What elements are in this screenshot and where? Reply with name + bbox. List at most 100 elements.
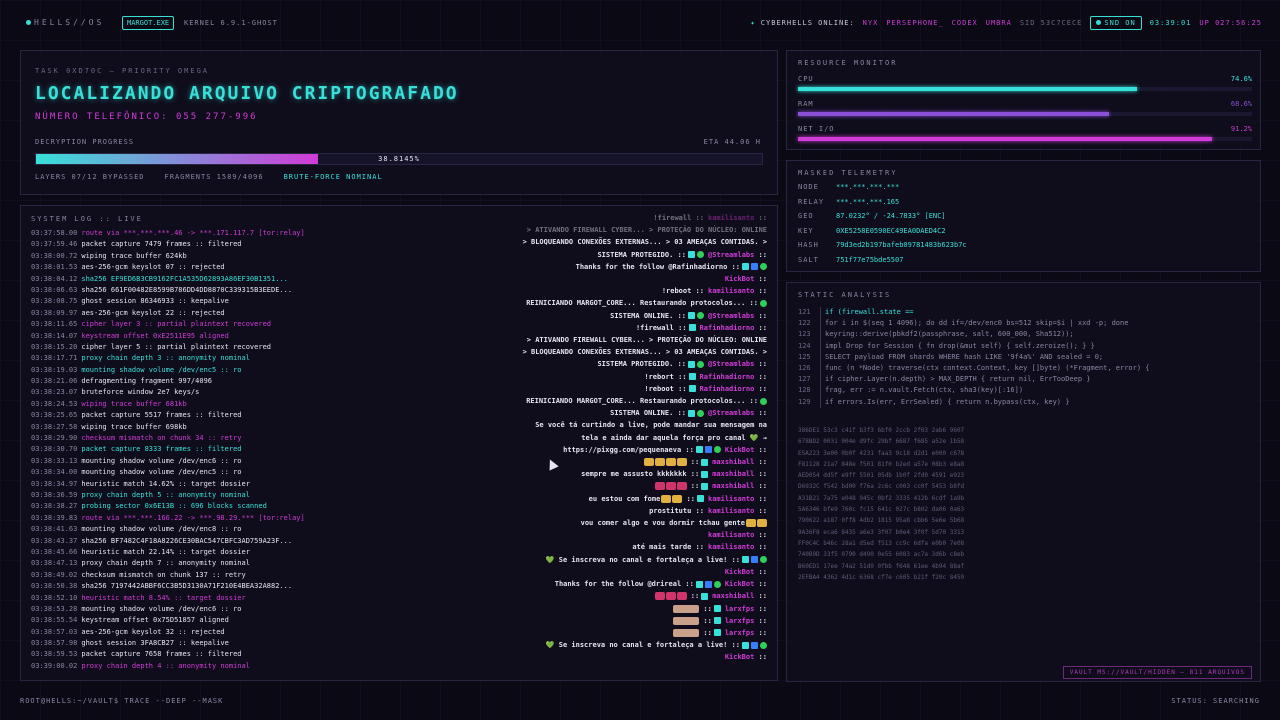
log-timestamp: 03:38:45.66: [31, 547, 78, 556]
sound-dot-icon: [1096, 20, 1102, 25]
log-message: checksum mismatch on chunk 137 :: retry: [81, 570, 246, 579]
log-line: 03:38:30.70 packet capture 8333 frames ::…: [31, 444, 361, 455]
chat-message: > ATIVANDO FIREWALL CYBER... > PROTEÇÃO …: [347, 334, 767, 346]
chat-text: !firewall: [653, 214, 692, 222]
hex-line: D6932C f542 bd00 f76a 2c6c c003 cc0f 545…: [798, 483, 965, 491]
resource-netio: NET I/O 91.2%: [798, 125, 1252, 141]
log-message: proxy chain depth 5 :: anonymity nominal: [81, 490, 250, 499]
line-number: 124: [798, 341, 811, 350]
kick-badge-icon: [742, 641, 749, 649]
chat-username: larxfps: [724, 616, 755, 625]
chat-text: até mais tarde: [632, 543, 692, 552]
log-message: route via ***.***.***.46 -> ***.171.117.…: [81, 229, 305, 237]
code-text: if errors.Is(err, ErrSealed) { return n.…: [820, 396, 1069, 408]
line-number: 129: [798, 397, 811, 406]
chat-username: kamilisanto: [707, 494, 755, 503]
chat-message: Se você tá curtindo a live, pode mandar …: [347, 419, 767, 431]
log-line: 03:38:39.83 route via ***.***.166.22 -> *…: [31, 513, 361, 524]
log-message: packet capture 7658 frames :: filtered: [81, 650, 242, 659]
log-message: proxy chain depth 4 :: anonymity nominal: [81, 661, 250, 670]
line-number: 126: [798, 364, 811, 373]
verified-badge-icon: [760, 556, 767, 564]
system-log-panel[interactable]: SYSTEM LOG :: LIVE 03:37:58.00 route via …: [20, 205, 778, 681]
line-number: 127: [798, 375, 811, 384]
log-line: 03:38:34.00 mounting shadow volume /dev/e…: [31, 467, 361, 478]
online-user: CODEX: [951, 19, 978, 27]
hex-dump: 386DE1 53c3 c41f b3f3 6bf0 2ccb 2f03 2ab…: [798, 425, 1250, 583]
chat-username: maxshiball: [712, 592, 755, 601]
chat-message: KickBot ::: [724, 275, 767, 284]
verified-badge-icon: [696, 251, 704, 259]
vault-badge[interactable]: VAULT MS://VAULT/HIDDEN — 811 ARQUIVOS: [1062, 666, 1252, 679]
code-listing: 121 if (firewall.state == 122 for i in $(se…: [798, 307, 1250, 408]
log-line: 03:38:23.07 bruteforce window 2e7 keys/s: [31, 387, 361, 398]
kick-badge-icon: [742, 556, 749, 564]
resource-label: NET I/O: [798, 125, 835, 133]
task-panel: TASK 0XD70C — PRIORITY OMEGA LOCALIZANDO…: [20, 50, 778, 195]
code-text: for i in $(seq 1 4096); do dd if=/dev/en…: [820, 318, 1128, 330]
log-message: defragmenting fragment 997/4096: [81, 377, 213, 386]
kick-badge-icon: [701, 470, 709, 478]
kick-badge-icon: [688, 373, 696, 381]
log-line: 03:38:08.75 ghost session 86346933 :: kee…: [31, 296, 361, 307]
terminal-prompt[interactable]: ROOT@HELLS:~/VAULT$ TRACE --DEEP --MASK: [20, 697, 223, 705]
chat-text: prostitutu: [649, 506, 692, 515]
log-timestamp: 03:38:29.90: [31, 434, 78, 443]
session-id: SID 53C7CECE: [1019, 19, 1083, 27]
code-line: 125 SELECT payload FROM shards WHERE hash…: [798, 351, 1250, 364]
log-message: wiping trace buffer 624kb: [81, 251, 187, 260]
chat-message: 💚 Se inscreva no canal e fortaleça a liv…: [347, 554, 767, 566]
log-line: 03:38:00.72 wiping trace buffer 624kb: [31, 251, 361, 262]
verified-badge-icon: [713, 580, 721, 588]
log-message: sha256 661F00482E8599B786DD4DD8870C33931…: [81, 285, 293, 294]
resource-bar-fill: [798, 112, 1110, 116]
verified-badge-icon: [696, 360, 704, 368]
log-timestamp: 03:38:53.28: [31, 604, 78, 613]
hex-line: 740B9D 33f5 0790 d490 0e55 6083 ac7a 3d6…: [798, 551, 965, 559]
log-message: mounting shadow volume /dev/enc6 :: ro: [81, 604, 242, 613]
line-number: 122: [798, 319, 811, 328]
emote-icon: [654, 458, 665, 467]
app-badge[interactable]: MARGOT.EXE: [122, 16, 175, 30]
kick-badge-icon: [687, 251, 695, 259]
phone-number: NÚMERO TELEFÔNICO: 055 277-996: [35, 112, 258, 122]
chat-message: eu estou com fome :: kamilisanto ::: [588, 494, 767, 503]
emote-icon: [654, 482, 665, 491]
chat-message: REINICIANDO MARGOT_CORE... Restaurando p…: [347, 395, 767, 407]
chat-message: REINICIANDO MARGOT_CORE... Restaurando p…: [347, 297, 767, 309]
log-timestamp: 03:38:59.53: [31, 650, 78, 659]
chat-username: kamilisanto: [707, 287, 755, 296]
telemetry-row: HASH 79d3ed2b197bafeb09781483b623b7c: [798, 241, 967, 249]
chat-username: KickBot: [724, 580, 755, 589]
resource-value: 74.6%: [1230, 75, 1252, 83]
chat-message: Thanks for the follow @drireal :: KickBot…: [554, 580, 767, 589]
telemetry-key: SALT: [798, 256, 819, 264]
log-timestamp: 03:38:52.10: [31, 593, 78, 602]
chat-message: prostitutu :: kamilisanto ::: [649, 506, 767, 515]
chat-username: @Streamlabs: [707, 360, 755, 369]
chat-message: :: larxfps ::: [347, 603, 767, 615]
code-line: 124 impl Drop for Session { fn drop(&mut …: [798, 340, 1250, 352]
log-timestamp: 03:38:41.63: [31, 525, 78, 534]
verified-badge-icon: [696, 312, 704, 320]
emote-icon: [673, 616, 700, 625]
log-line: 03:38:55.54 keystream offset 0x75D51857 a…: [31, 615, 361, 626]
verified-badge-icon: [713, 446, 721, 454]
log-message: sha256 7197442ABBF6CC3B5D3130A71F210E4BE…: [81, 582, 293, 591]
log-timestamp: 03:38:09.97: [31, 308, 78, 317]
log-line: 03:37:59.46 packet capture 7479 frames ::…: [31, 239, 361, 250]
kick-badge-icon: [695, 580, 703, 588]
log-timestamp: 03:38:06.63: [31, 285, 78, 294]
emote-icon: [665, 482, 676, 491]
chat-username: KickBot: [724, 653, 755, 662]
kick-badge-icon: [701, 458, 709, 466]
log-line: 03:38:36.59 proxy chain depth 5 :: anonym…: [31, 490, 361, 501]
sound-toggle[interactable]: SND ON: [1090, 16, 1142, 30]
log-message: mounting shadow volume /dev/enc8 :: ro: [81, 525, 242, 534]
chat-text: https://pixgg.com/pequenaeva: [563, 445, 682, 454]
chat-username: maxshiball: [712, 470, 755, 479]
log-line: 03:38:11.65 cipher layer 3 :: partial pla…: [31, 319, 361, 330]
search-status: STATUS: SEARCHING: [1171, 697, 1260, 705]
log-message: aes-256-gcm keyslot 32 :: rejected: [81, 627, 225, 636]
telemetry-value: 87.0232° / -24.7833° [ENC]: [836, 212, 946, 221]
